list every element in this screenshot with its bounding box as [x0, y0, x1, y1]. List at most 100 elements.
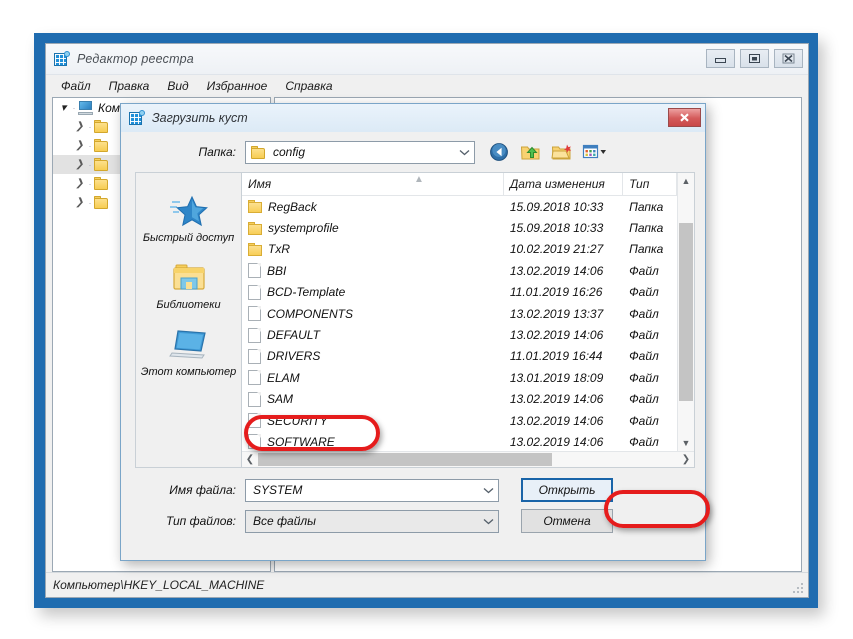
load-hive-dialog: Загрузить куст Папка: config Быстрый дос…: [120, 103, 706, 561]
scroll-right-icon[interactable]: ❯: [678, 454, 694, 465]
vertical-scrollbar[interactable]: ▲ ▼: [677, 173, 694, 451]
file-type-cell: Файл: [629, 392, 659, 407]
file-name-cell: RegBack: [242, 200, 504, 214]
registry-icon: [129, 110, 145, 126]
file-type-cell: Файл: [629, 413, 659, 428]
file-type-cell: Файл: [629, 349, 659, 364]
file-icon: [248, 306, 261, 322]
views-icon[interactable]: [582, 142, 606, 162]
menu-item-file[interactable]: Файл: [52, 79, 100, 93]
file-row-drivers[interactable]: DRIVERS 11.01.2019 16:44 Файл: [242, 346, 677, 367]
file-name-cell: BCD-Template: [242, 284, 504, 300]
dialog-main-area: Быстрый доступ Библиотеки Этот компьютер…: [121, 172, 705, 468]
chevron-down-icon[interactable]: [478, 480, 498, 501]
dialog-close-button[interactable]: [668, 108, 701, 127]
registry-editor-titlebar: Редактор реестра: [46, 44, 808, 75]
back-arrow-icon[interactable]: [489, 142, 511, 162]
horizontal-scroll-thumb[interactable]: [258, 453, 552, 466]
file-date-cell: 13.02.2019 13:37: [509, 306, 604, 321]
sort-ascending-icon: ▲: [414, 174, 424, 185]
file-row-regback[interactable]: RegBack 15.09.2018 10:33 Папка: [242, 196, 677, 217]
chevron-right-icon[interactable]: ❯: [73, 159, 86, 170]
menu-item-edit[interactable]: Правка: [100, 79, 159, 93]
file-name-label: DRIVERS: [267, 349, 321, 364]
tree-dots: ·: [88, 197, 92, 208]
chevron-down-icon[interactable]: ▾: [57, 101, 70, 114]
cancel-button[interactable]: Отмена: [521, 509, 613, 533]
file-icon: [248, 284, 261, 300]
chevron-right-icon[interactable]: ❯: [73, 140, 86, 151]
scroll-left-icon[interactable]: ❮: [242, 454, 258, 465]
file-row-software[interactable]: SOFTWARE 13.02.2019 14:06 Файл: [242, 431, 677, 451]
file-name-label: SECURITY: [267, 413, 328, 428]
file-date-cell: 13.02.2019 14:06: [509, 263, 604, 278]
file-name-cell: TxR: [242, 242, 504, 256]
filetype-label: Тип файлов:: [166, 514, 236, 528]
file-icon: [248, 413, 261, 429]
libraries-icon: [168, 260, 210, 296]
scroll-up-icon[interactable]: ▲: [678, 173, 694, 189]
file-name-cell: systemprofile: [242, 221, 504, 235]
file-date-cell: 11.01.2019 16:26: [509, 285, 603, 300]
horizontal-scrollbar[interactable]: ❮ ❯: [242, 451, 694, 467]
file-list-header: Имя ▲ Дата изменения Тип: [242, 173, 677, 196]
restore-button[interactable]: [740, 49, 769, 68]
filetype-row: Тип файлов: Все файлы Отмена: [135, 509, 695, 533]
column-header-name[interactable]: Имя ▲: [242, 173, 504, 195]
chevron-down-icon[interactable]: [478, 511, 498, 532]
resize-grip[interactable]: [793, 583, 804, 594]
dialog-titlebar: Загрузить куст: [121, 104, 705, 132]
place-label: Быстрый доступ: [142, 232, 235, 244]
column-header-date[interactable]: Дата изменения: [504, 173, 624, 195]
place-quick-access[interactable]: Быстрый доступ: [136, 193, 241, 244]
vertical-scroll-thumb[interactable]: [679, 223, 693, 401]
chevron-right-icon[interactable]: ❯: [73, 197, 86, 208]
file-name-label: TxR: [268, 242, 290, 257]
file-date-cell: 13.02.2019 14:06: [509, 434, 604, 449]
chevron-right-icon[interactable]: ❯: [73, 178, 86, 189]
file-row-elam[interactable]: ELAM 13.01.2019 18:09 Файл: [242, 367, 677, 388]
menu-item-help[interactable]: Справка: [276, 79, 341, 93]
dialog-toolbar: [489, 142, 606, 162]
file-row-systemprofile[interactable]: systemprofile 15.09.2018 10:33 Папка: [242, 217, 677, 238]
close-button[interactable]: [774, 49, 803, 68]
file-row-security[interactable]: SECURITY 13.02.2019 14:06 Файл: [242, 410, 677, 431]
star-icon: [168, 193, 210, 229]
minimize-button[interactable]: [706, 49, 735, 68]
status-bar-path: Компьютер\HKEY_LOCAL_MACHINE: [53, 578, 265, 592]
file-row-txr[interactable]: TxR 10.02.2019 21:27 Папка: [242, 239, 677, 260]
scroll-down-icon[interactable]: ▼: [678, 435, 694, 451]
chevron-down-icon[interactable]: [454, 142, 474, 163]
file-icon: [248, 348, 261, 364]
chevron-right-icon[interactable]: ❯: [73, 121, 86, 132]
column-header-type[interactable]: Тип: [623, 173, 677, 195]
tree-dots: ·: [72, 102, 76, 113]
file-date-cell: 11.01.2019 16:44: [509, 349, 603, 364]
file-date-cell: 13.02.2019 14:06: [509, 328, 604, 343]
file-row-default[interactable]: DEFAULT 13.02.2019 14:06 Файл: [242, 324, 677, 345]
menu-item-view[interactable]: Вид: [158, 79, 197, 93]
filename-input[interactable]: SYSTEM: [245, 478, 499, 502]
look-in-combobox[interactable]: config: [245, 140, 475, 164]
filetype-select[interactable]: Все файлы: [245, 509, 499, 533]
file-row-sam[interactable]: SAM 13.02.2019 14:06 Файл: [242, 389, 677, 410]
file-row-bcd-template[interactable]: BCD-Template 11.01.2019 16:26 Файл: [242, 282, 677, 303]
filename-row: Имя файла: SYSTEM Открыть: [135, 478, 695, 502]
horizontal-scroll-track[interactable]: [258, 452, 678, 467]
open-button[interactable]: Открыть: [521, 478, 613, 502]
file-row-bbi[interactable]: BBI 13.02.2019 14:06 Файл: [242, 260, 677, 281]
menu-item-favorites[interactable]: Избранное: [198, 79, 277, 93]
up-folder-icon[interactable]: [520, 142, 542, 162]
file-name-cell: SOFTWARE: [242, 434, 504, 450]
file-name-cell: ELAM: [242, 370, 504, 386]
place-this-pc[interactable]: Этот компьютер: [136, 327, 241, 378]
file-name-cell: SECURITY: [242, 413, 504, 429]
dialog-content: Папка: config Быстрый доступ Библиотеки …: [121, 132, 705, 560]
vertical-scroll-track[interactable]: [678, 189, 694, 435]
filename-label: Имя файла:: [169, 483, 236, 497]
new-folder-icon[interactable]: [551, 142, 573, 162]
file-row-components[interactable]: COMPONENTS 13.02.2019 13:37 Файл: [242, 303, 677, 324]
place-label: Этот компьютер: [140, 366, 237, 378]
place-libraries[interactable]: Библиотеки: [136, 260, 241, 311]
file-name-label: COMPONENTS: [267, 306, 354, 321]
